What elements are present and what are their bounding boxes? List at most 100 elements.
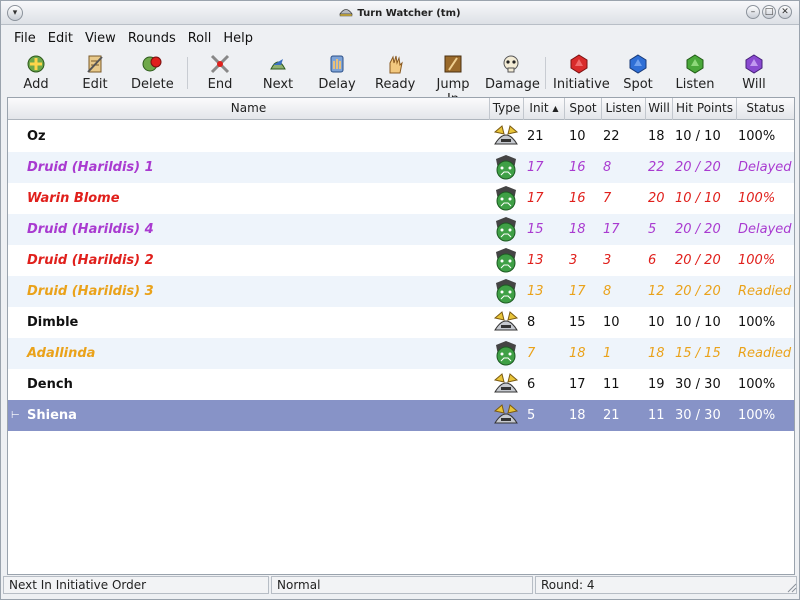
row-init: 7 bbox=[527, 346, 536, 361]
row-status: Readied bbox=[738, 284, 792, 299]
row-name: Druid (Harildis) 4 bbox=[27, 222, 154, 237]
title-bar: ▾ Turn Watcher (tm) – □ ✕ bbox=[1, 1, 799, 25]
row-status: 100% bbox=[738, 129, 776, 144]
table-row[interactable]: Druid (Harildis) 3 13 17 8 12 20 / 20 Re… bbox=[8, 276, 794, 307]
minimize-button[interactable]: – bbox=[746, 5, 760, 19]
edit-button[interactable]: Edit bbox=[79, 53, 111, 92]
column-header-spot-label: Spot bbox=[569, 101, 597, 115]
blue-die-icon bbox=[629, 54, 647, 74]
row-init: 6 bbox=[527, 377, 536, 392]
table-row[interactable]: Warin Blome 17 16 7 20 10 / 10 100% bbox=[8, 183, 794, 214]
column-header-init[interactable]: Init ▲ bbox=[524, 98, 565, 120]
status-bar: Next In Initiative Order Normal Round: 4 bbox=[1, 576, 799, 595]
add-button[interactable]: Add bbox=[19, 53, 53, 92]
pc-helmet-icon bbox=[493, 404, 519, 424]
next-icon bbox=[270, 59, 286, 70]
column-header-name[interactable]: Name bbox=[8, 98, 490, 120]
table-row[interactable]: Druid (Harildis) 4 15 18 17 5 20 / 20 De… bbox=[8, 214, 794, 245]
row-name: Oz bbox=[27, 129, 46, 144]
row-hit-points: 20 / 20 bbox=[675, 160, 721, 175]
table-header: Name Type Init ▲ Spot Listen Will Hit Po… bbox=[8, 98, 794, 120]
row-spot: 18 bbox=[569, 346, 586, 361]
column-header-spot[interactable]: Spot bbox=[565, 98, 602, 120]
row-listen: 22 bbox=[603, 129, 620, 144]
table-row-selected[interactable]: ⊢ Shiena 5 18 21 11 30 / 30 100% bbox=[8, 400, 794, 431]
resize-grip-icon[interactable] bbox=[785, 581, 797, 593]
monster-orc-icon bbox=[496, 279, 516, 304]
row-hit-points: 10 / 10 bbox=[675, 191, 721, 206]
toolbar-separator bbox=[187, 57, 188, 89]
menu-rounds[interactable]: Rounds bbox=[121, 28, 181, 48]
table-row[interactable]: Oz 21 10 22 18 10 / 10 100% bbox=[8, 121, 794, 152]
next-label: Next bbox=[262, 77, 294, 92]
monster-orc-icon bbox=[496, 217, 516, 242]
row-hit-points: 10 / 10 bbox=[675, 315, 721, 330]
edit-scroll-icon bbox=[87, 55, 103, 73]
combatant-table: Name Type Init ▲ Spot Listen Will Hit Po… bbox=[7, 97, 795, 575]
menu-view[interactable]: View bbox=[78, 28, 121, 48]
row-listen: 21 bbox=[603, 408, 620, 423]
row-will: 11 bbox=[648, 408, 665, 423]
listen-button[interactable]: Listen bbox=[674, 53, 716, 92]
menu-bar: File Edit View Rounds Roll Help bbox=[1, 28, 799, 48]
row-hit-points: 20 / 20 bbox=[675, 284, 721, 299]
column-header-listen[interactable]: Listen bbox=[602, 98, 646, 120]
status-hint: Next In Initiative Order bbox=[3, 576, 269, 594]
spot-label: Spot bbox=[623, 77, 653, 92]
delete-button[interactable]: Delete bbox=[131, 53, 174, 92]
toolbar: Add Edit Delete End Next Delay Ready Jum… bbox=[1, 51, 799, 107]
row-will: 10 bbox=[648, 315, 665, 330]
damage-label: Damage bbox=[485, 77, 540, 92]
menu-file[interactable]: File bbox=[7, 28, 41, 48]
close-button[interactable]: ✕ bbox=[778, 5, 792, 19]
row-init: 15 bbox=[527, 222, 544, 237]
crossed-swords-icon bbox=[210, 54, 230, 74]
row-init: 5 bbox=[527, 408, 536, 423]
delay-button[interactable]: Delay bbox=[317, 53, 357, 92]
row-listen: 11 bbox=[603, 377, 620, 392]
column-header-status[interactable]: Status bbox=[737, 98, 794, 120]
table-row[interactable]: Dench 6 17 11 19 30 / 30 100% bbox=[8, 369, 794, 400]
table-row[interactable]: Druid (Harildis) 2 13 3 3 6 20 / 20 100% bbox=[8, 245, 794, 276]
app-window: ▾ Turn Watcher (tm) – □ ✕ File Edit View Ro… bbox=[0, 0, 800, 600]
menu-edit[interactable]: Edit bbox=[41, 28, 78, 48]
row-init: 8 bbox=[527, 315, 536, 330]
row-hit-points: 30 / 30 bbox=[675, 408, 721, 423]
menu-roll[interactable]: Roll bbox=[181, 28, 217, 48]
row-name: Dimble bbox=[27, 315, 79, 330]
initiative-label: Initiative bbox=[553, 77, 610, 92]
menu-help[interactable]: Help bbox=[216, 28, 258, 48]
column-header-will[interactable]: Will bbox=[646, 98, 673, 120]
initiative-button[interactable]: Initiative bbox=[553, 53, 610, 92]
maximize-button[interactable]: □ bbox=[762, 5, 776, 19]
row-will: 22 bbox=[648, 160, 665, 175]
ready-button[interactable]: Ready bbox=[375, 53, 415, 92]
status-mode: Normal bbox=[271, 576, 533, 594]
will-button[interactable]: Will bbox=[738, 53, 770, 92]
table-row[interactable]: Adallinda 7 18 1 18 15 / 15 Readied bbox=[8, 338, 794, 369]
red-die-icon bbox=[570, 54, 588, 74]
listen-label: Listen bbox=[675, 77, 715, 92]
row-hit-points: 30 / 30 bbox=[675, 377, 721, 392]
end-button[interactable]: End bbox=[204, 53, 236, 92]
row-status: 100% bbox=[738, 253, 776, 268]
skull-icon bbox=[503, 55, 519, 73]
window-title-text: Turn Watcher (tm) bbox=[357, 8, 461, 19]
column-header-hit-points-label: Hit Points bbox=[676, 101, 733, 115]
add-icon bbox=[27, 55, 45, 73]
row-will: 19 bbox=[648, 377, 665, 392]
row-status: Delayed bbox=[738, 222, 792, 237]
table-row[interactable]: Druid (Harildis) 1 17 16 8 22 20 / 20 De… bbox=[8, 152, 794, 183]
row-listen: 3 bbox=[603, 253, 612, 268]
column-header-hit-points[interactable]: Hit Points bbox=[673, 98, 737, 120]
spot-button[interactable]: Spot bbox=[621, 53, 655, 92]
damage-button[interactable]: Damage bbox=[485, 53, 540, 92]
row-will: 6 bbox=[648, 253, 657, 268]
pc-helmet-icon bbox=[493, 373, 519, 393]
row-listen: 8 bbox=[603, 284, 612, 299]
column-header-type[interactable]: Type bbox=[490, 98, 524, 120]
table-row[interactable]: Dimble 8 15 10 10 10 / 10 100% bbox=[8, 307, 794, 338]
row-spot: 16 bbox=[569, 191, 586, 206]
next-button[interactable]: Next bbox=[261, 53, 295, 92]
column-header-type-label: Type bbox=[492, 101, 521, 115]
